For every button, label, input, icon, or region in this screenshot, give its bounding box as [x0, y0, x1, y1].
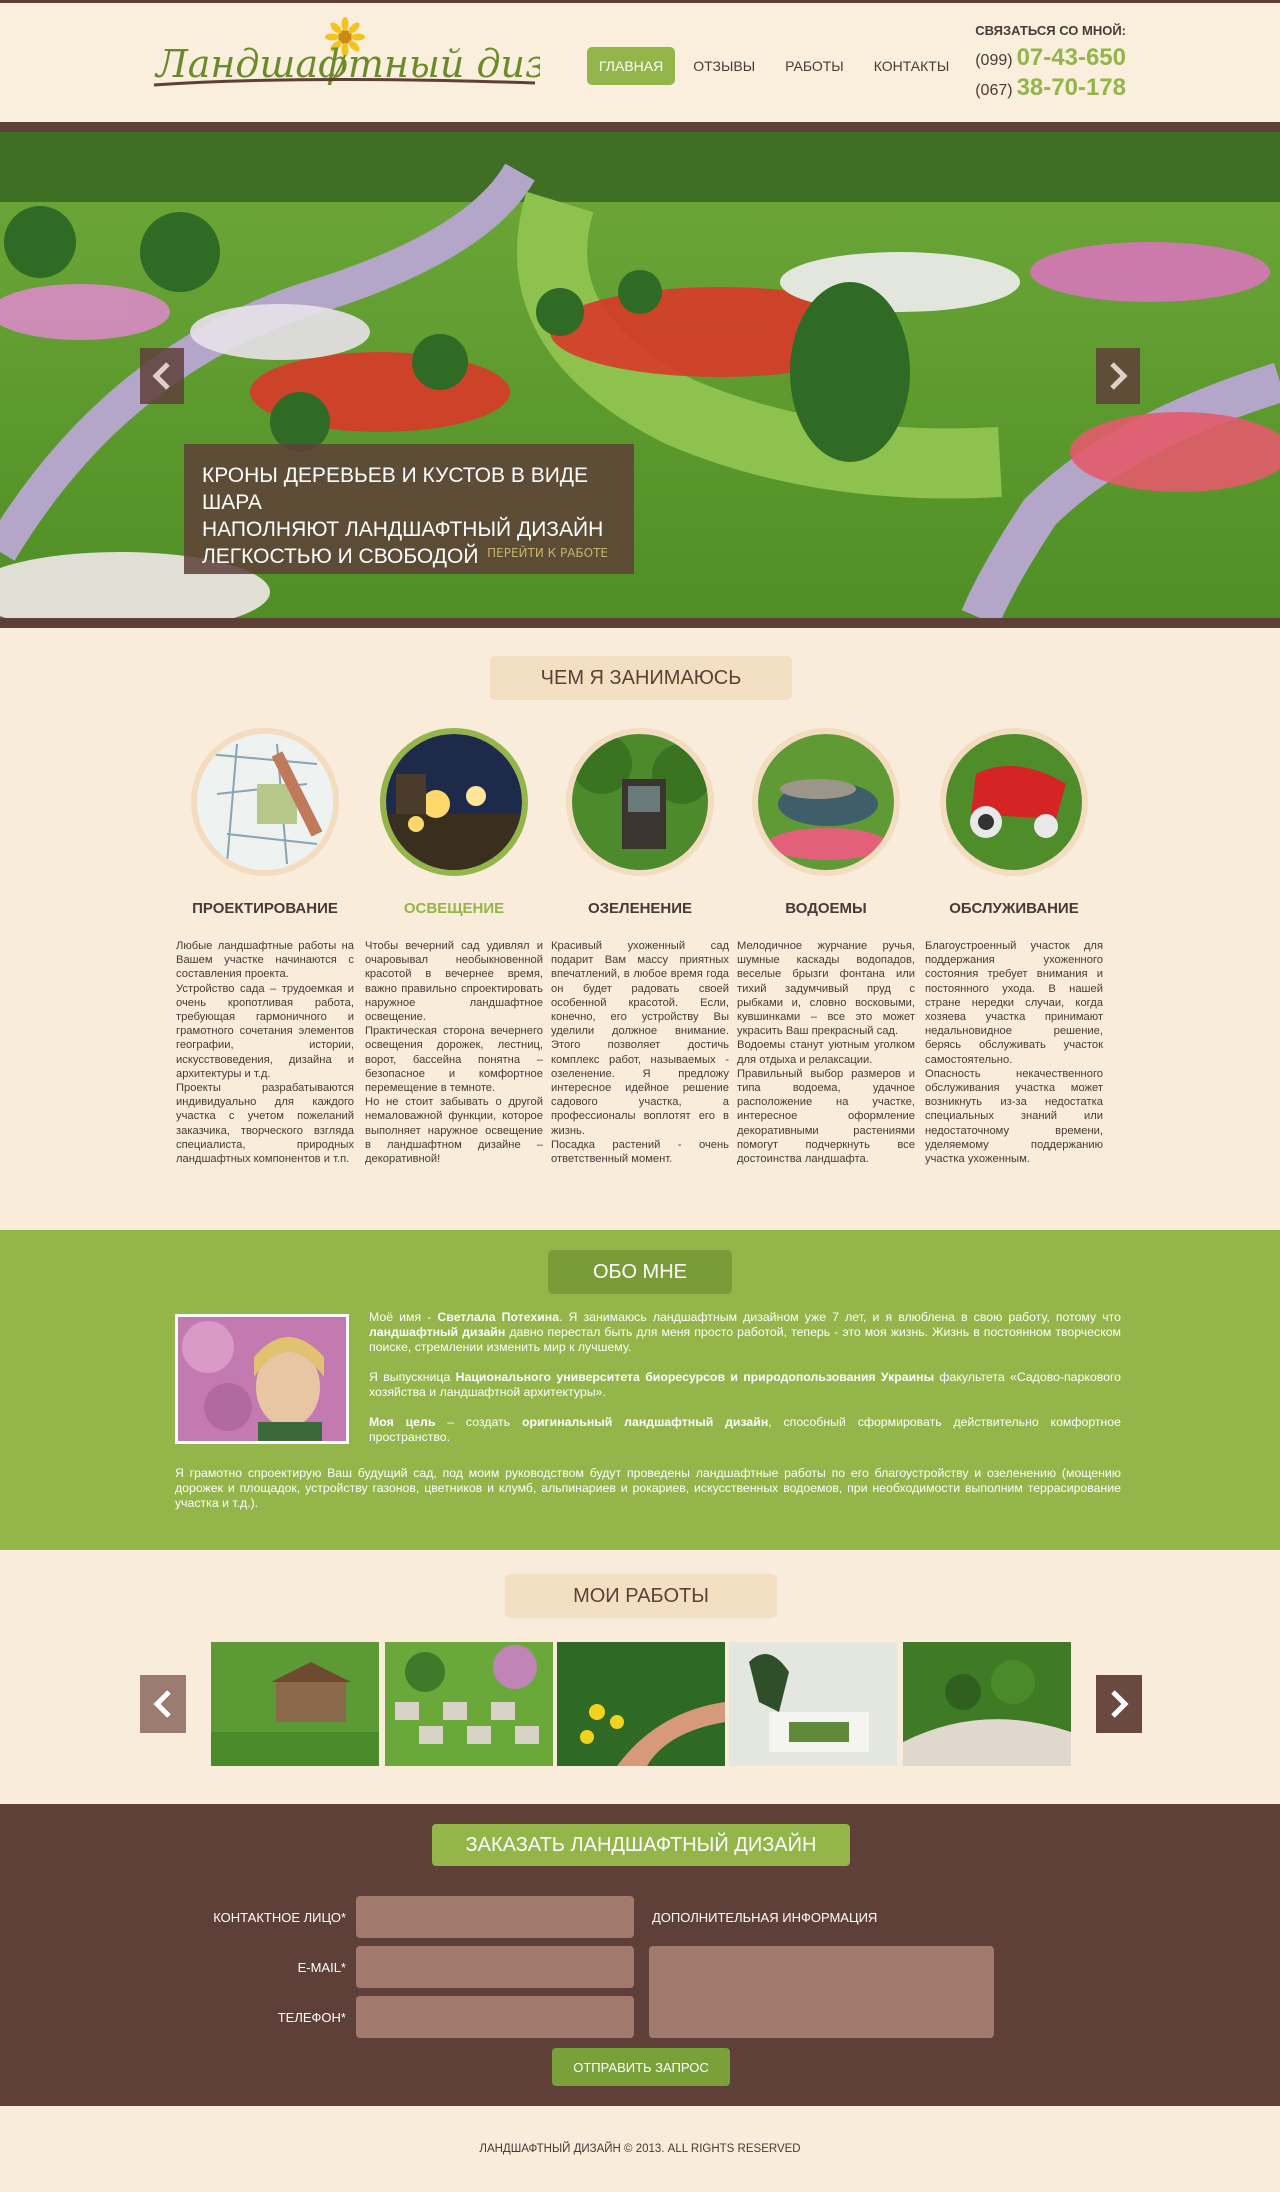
slider-prev-button[interactable] [140, 348, 184, 404]
chevron-right-icon [1110, 362, 1128, 390]
contact-label: Контактное лицо* [213, 1910, 346, 1925]
order-form: Заказать ландшафтный дизайн Контактное л… [0, 1804, 1280, 2106]
about-section: Обо мне Моё имя - Светлала Потехина. Я з… [0, 1230, 1280, 1550]
nav-reviews[interactable]: Отзывы [681, 47, 767, 85]
footer: Ландшафтный дизайн © 2013. All rights re… [0, 2106, 1280, 2192]
nav-home[interactable]: Главная [587, 47, 676, 85]
services-section: Чем я занимаюсь Проектирование Любые лан… [0, 628, 1280, 1230]
chevron-left-icon [153, 1690, 171, 1718]
ponds-image[interactable] [752, 728, 900, 876]
service-ponds: Водоемы Мелодичное журчание ручья, шумны… [737, 728, 915, 1166]
slider-next-button[interactable] [1096, 348, 1140, 404]
extra-info-textarea[interactable] [649, 1946, 994, 2038]
service-text: Мелодичное журчание ручья, шумные каскад… [737, 940, 915, 1166]
phone-label: Телефон* [277, 2010, 346, 2025]
copyright: Ландшафтный дизайн © 2013. All rights re… [479, 2143, 801, 2155]
contact-input[interactable] [356, 1896, 634, 1938]
service-title[interactable]: Водоемы [737, 900, 915, 917]
work-thumbnail[interactable] [385, 1642, 553, 1766]
chevron-right-icon [1111, 1690, 1129, 1718]
nav-contacts[interactable]: Контакты [862, 47, 962, 85]
email-label: E-mail* [297, 1960, 346, 1975]
services-heading: Чем я занимаюсь [490, 656, 792, 700]
phone-input[interactable] [356, 1996, 634, 2038]
service-text: Чтобы вечерний сад удивлял и очаровывал … [365, 940, 543, 1166]
main-nav: Главная Отзывы Работы Контакты [587, 47, 961, 85]
maintenance-image[interactable] [940, 728, 1088, 876]
extra-info-label: Дополнительная информация [652, 1910, 878, 1925]
contact-title: Связаться со мной: [975, 23, 1126, 38]
nav-works[interactable]: Работы [773, 47, 856, 85]
email-input[interactable] [356, 1946, 634, 1988]
work-thumbnail[interactable] [903, 1642, 1071, 1766]
work-thumbnail[interactable] [729, 1642, 897, 1766]
service-title[interactable]: Озеленение [551, 900, 729, 917]
service-title[interactable]: Проектирование [176, 900, 354, 917]
lighting-image[interactable] [380, 728, 528, 876]
works-section: Мои работы [0, 1550, 1280, 1804]
chevron-left-icon [152, 362, 170, 390]
phone-1[interactable]: (099) 07-43-650 [966, 44, 1126, 72]
service-text: Любые ландшафтные работы на Вашем участк… [176, 940, 354, 1166]
header: Ландшафтный дизайн Главная Отзывы Работы… [0, 0, 1280, 122]
work-thumbnail[interactable] [557, 1642, 725, 1766]
about-bottom-text: Я грамотно спроектирую Ваш будущий сад, … [175, 1466, 1121, 1510]
slide-caption: Кроны деревьев и кустов в виде шара напо… [184, 444, 634, 574]
works-prev-button[interactable] [140, 1675, 186, 1733]
author-photo [175, 1314, 349, 1444]
service-lighting: Освещение Чтобы вечерний сад удивлял и о… [365, 728, 543, 1166]
service-maintenance: Обслуживание Благоустроенный участок для… [925, 728, 1103, 1166]
service-design: Проектирование Любые ландшафтные работы … [176, 728, 354, 1166]
service-title[interactable]: Обслуживание [925, 900, 1103, 917]
work-thumbnail[interactable] [211, 1642, 379, 1766]
service-text: Благоустроенный участок для поддержания … [925, 940, 1103, 1166]
logo[interactable]: Ландшафтный дизайн [150, 15, 618, 105]
hero-slider: Кроны деревьев и кустов в виде шара напо… [0, 122, 1280, 628]
about-text: Моё имя - Светлала Потехина. Я занимаюсь… [369, 1310, 1122, 1444]
slide-link[interactable]: Перейти к работе [487, 546, 608, 560]
contact-block: Связаться со мной: (099) 07-43-650 (067) 3… [966, 23, 1126, 102]
greening-image[interactable] [566, 728, 714, 876]
service-title[interactable]: Освещение [365, 900, 543, 917]
order-design-button[interactable]: Заказать ландшафтный дизайн [432, 1824, 850, 1866]
design-image[interactable] [191, 728, 339, 876]
about-heading: Обо мне [548, 1250, 732, 1294]
works-heading: Мои работы [505, 1574, 777, 1618]
service-text: Красивый ухоженный сад подарит Вам массу… [551, 940, 729, 1166]
service-greening: Озеленение Красивый ухоженный сад подари… [551, 728, 729, 1166]
submit-button[interactable]: Отправить запрос [552, 2048, 730, 2086]
works-next-button[interactable] [1096, 1675, 1142, 1733]
phone-2[interactable]: (067) 38-70-178 [966, 74, 1126, 102]
page: Ландшафтный дизайн Главная Отзывы Работы… [0, 0, 1280, 2192]
